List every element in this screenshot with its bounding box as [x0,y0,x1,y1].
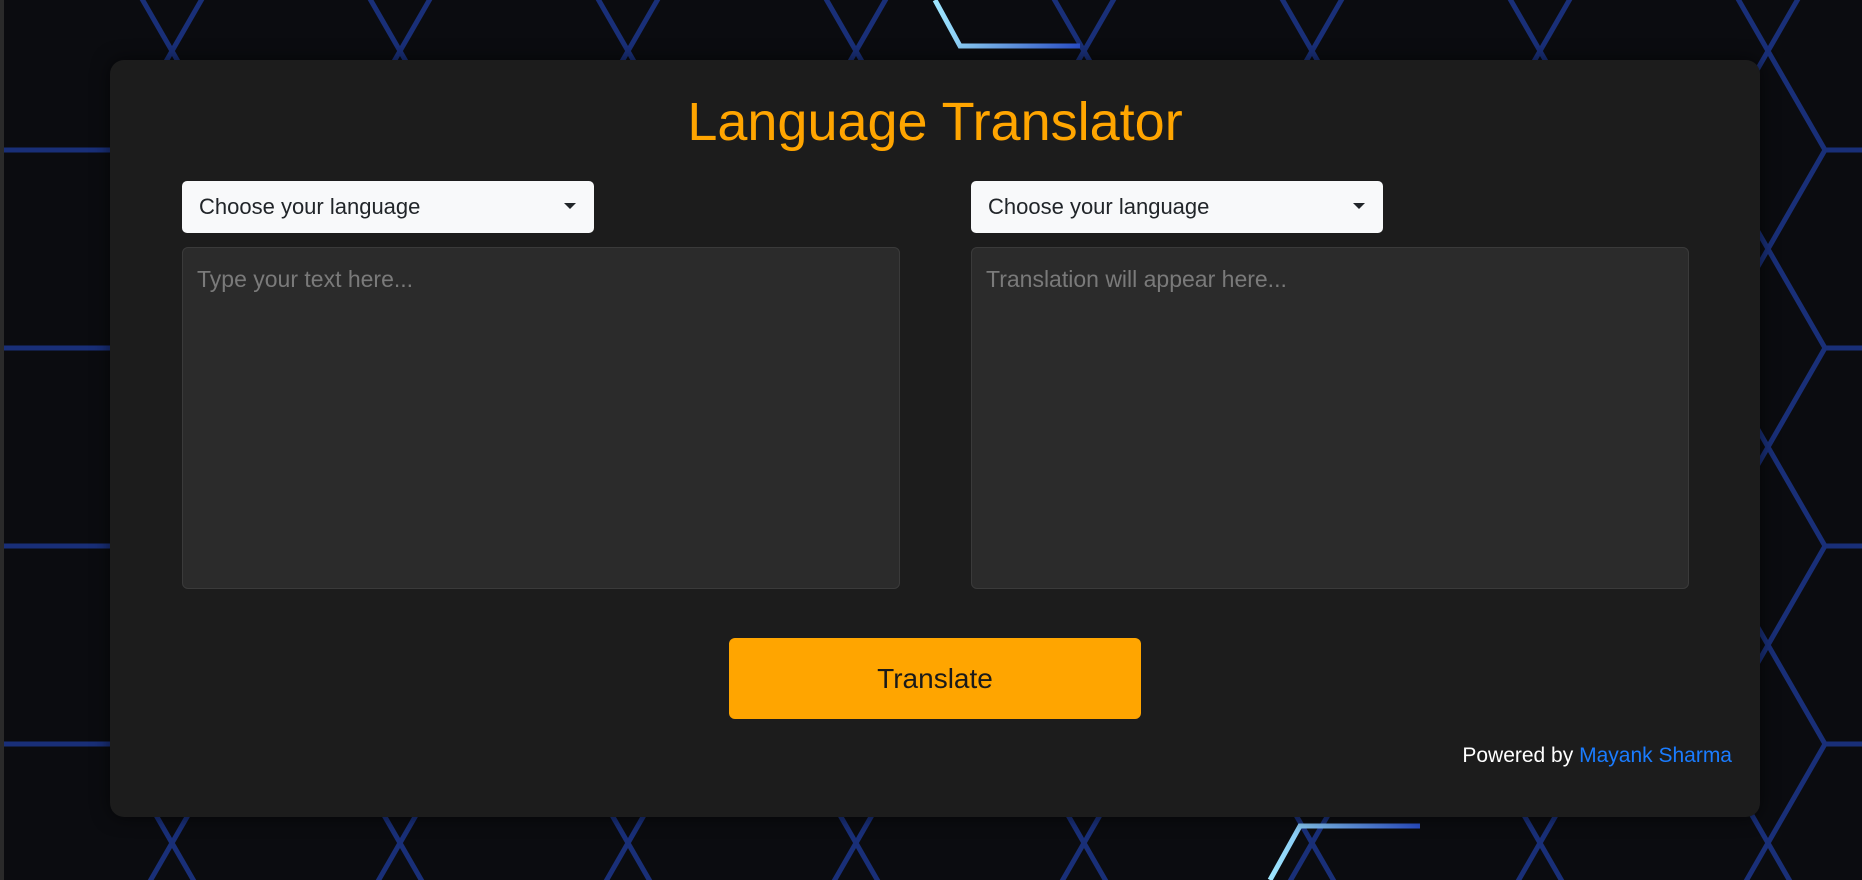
source-language-label: Choose your language [199,194,421,219]
translation-output[interactable]: Translation will appear here... [971,247,1689,589]
window-edge [0,0,4,880]
target-language-label: Choose your language [988,194,1210,219]
powered-by-text: Powered by [1462,744,1574,767]
source-text-input[interactable]: Type your text here... [182,247,900,589]
chevron-down-icon [564,203,576,209]
translation-placeholder: Translation will appear here... [986,266,1287,292]
translate-button[interactable]: Translate [729,638,1141,719]
source-language-select[interactable]: Choose your language [182,181,594,233]
target-language-select[interactable]: Choose your language [971,181,1383,233]
footer-credit: Powered by Mayank Sharma [1462,744,1732,768]
author-link[interactable]: Mayank Sharma [1579,744,1732,767]
page-title: Language Translator [687,92,1183,152]
source-text-placeholder: Type your text here... [197,266,414,292]
translator-card: Language Translator Choose your language… [110,60,1760,817]
chevron-down-icon [1353,203,1365,209]
